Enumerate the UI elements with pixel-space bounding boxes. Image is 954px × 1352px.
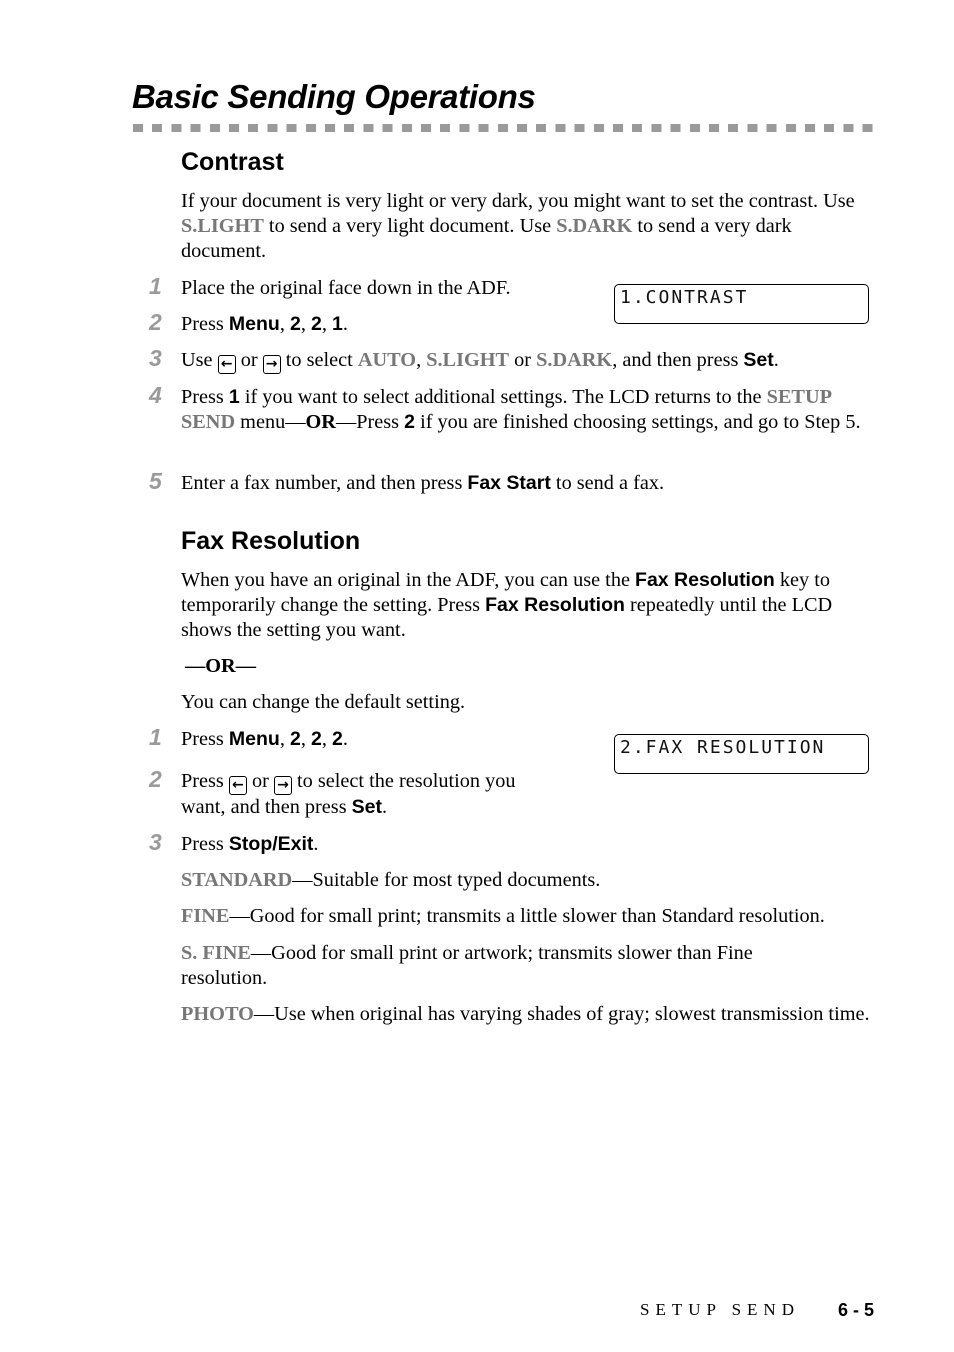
option-photo: PHOTO—Use when original has varying shad… bbox=[181, 1003, 870, 1025]
fax-step-1: Press Menu, 2, 2, 2. bbox=[181, 728, 348, 750]
page-number: 6 - 5 bbox=[838, 1300, 875, 1320]
left-arrow-key-icon: ← bbox=[217, 355, 236, 374]
lcd-display-contrast: 1.CONTRAST bbox=[614, 284, 869, 324]
step-number: 3 bbox=[149, 829, 162, 855]
fax-resolution-heading: Fax Resolution bbox=[181, 527, 361, 555]
step-number: 3 bbox=[149, 345, 162, 371]
right-arrow-key-icon: → bbox=[262, 355, 281, 374]
contrast-step-5: Enter a fax number, and then press Fax S… bbox=[181, 472, 665, 494]
fax-step-3: Press Stop/Exit. bbox=[181, 833, 319, 855]
step-number: 1 bbox=[149, 724, 162, 750]
step-number: 2 bbox=[149, 766, 162, 792]
or-separator: —OR— bbox=[185, 655, 256, 677]
title-dashed-rule bbox=[133, 124, 873, 132]
step-number: 1 bbox=[149, 273, 162, 299]
option-standard: STANDARD—Suitable for most typed documen… bbox=[181, 869, 601, 891]
lcd-display-fax-resolution: 2.FAX RESOLUTION bbox=[614, 734, 869, 774]
contrast-step-1: Place the original face down in the ADF. bbox=[181, 277, 511, 299]
default-setting-line: You can change the default setting. bbox=[181, 691, 466, 713]
contrast-intro: If your document is very light or very d… bbox=[181, 190, 855, 262]
step-number: 2 bbox=[149, 309, 162, 335]
contrast-heading: Contrast bbox=[181, 148, 284, 176]
right-arrow-key-icon: → bbox=[273, 776, 292, 795]
fax-resolution-intro: When you have an original in the ADF, yo… bbox=[181, 569, 833, 641]
contrast-step-3: Use ← or → to select AUTO, S.LIGHT or S.… bbox=[181, 349, 779, 374]
contrast-step-2: Press Menu, 2, 2, 1. bbox=[181, 313, 348, 335]
option-fine: FINE—Good for small print; transmits a l… bbox=[181, 905, 825, 927]
option-super-fine: S. FINE—Good for small print or artwork;… bbox=[181, 942, 753, 989]
contrast-step-4: Press 1 if you want to select additional… bbox=[181, 386, 861, 433]
footer-section: SETUP SEND bbox=[640, 1300, 800, 1319]
left-arrow-key-icon: ← bbox=[228, 776, 247, 795]
page-title: Basic Sending Operations bbox=[132, 78, 536, 115]
step-number: 4 bbox=[149, 382, 162, 408]
fax-step-2: Press ← or → to select the resolution yo… bbox=[181, 770, 516, 818]
step-number: 5 bbox=[149, 468, 162, 494]
